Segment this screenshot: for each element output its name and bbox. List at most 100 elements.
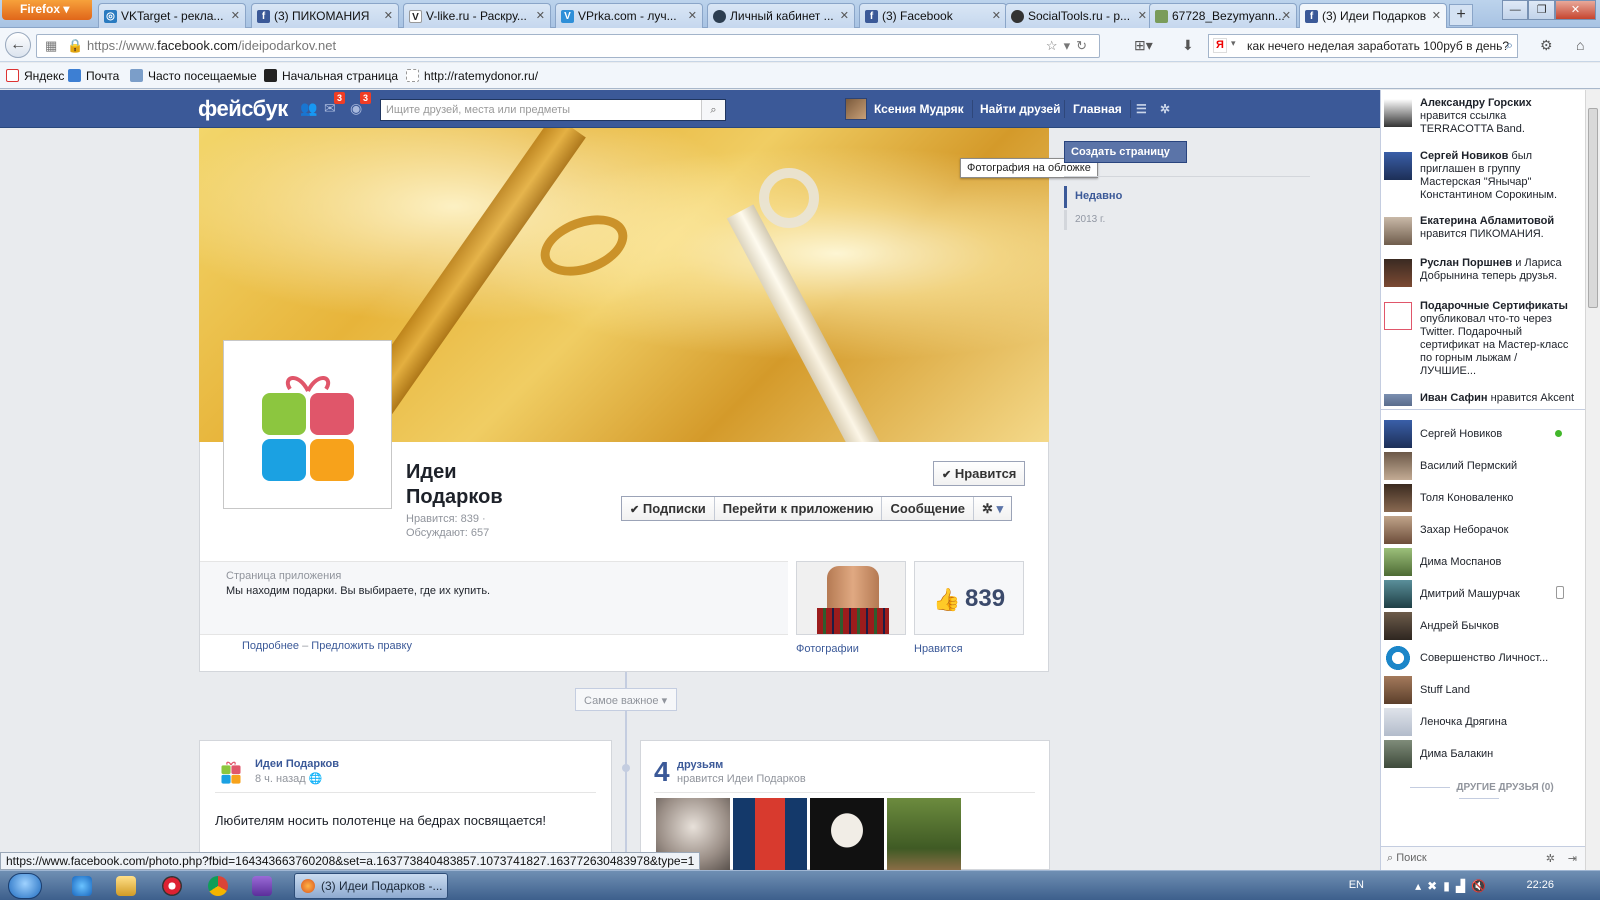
chat-contact[interactable]: Андрей Бычков bbox=[1384, 612, 1574, 640]
chat-contact[interactable]: Сергей Новиков bbox=[1384, 420, 1574, 448]
post-author-link[interactable]: Идеи Подарков bbox=[255, 758, 339, 770]
likes-tile[interactable]: 👍 839 bbox=[914, 561, 1024, 635]
tab-close-icon[interactable]: ✕ bbox=[840, 9, 849, 22]
bookmark-ratemydonor[interactable]: http://ratemydonor.ru/ bbox=[406, 69, 538, 83]
chat-contact[interactable]: Дима Балакин bbox=[1384, 740, 1574, 768]
friend-requests-icon[interactable]: 👥 bbox=[300, 100, 318, 116]
tab-close-icon[interactable]: ✕ bbox=[231, 9, 240, 22]
chat-search-input[interactable]: ⌕ Поиск ✲ ⇥ bbox=[1380, 846, 1585, 870]
app-icon[interactable] bbox=[252, 876, 272, 896]
tab-vlike[interactable]: V V-like.ru - Раскру... ✕ bbox=[403, 3, 551, 28]
photos-link[interactable]: Фотографии bbox=[796, 643, 859, 655]
search-engine-box[interactable]: Я ▾ как нечего неделая заработать 100руб… bbox=[1208, 34, 1518, 58]
internet-explorer-icon[interactable] bbox=[72, 876, 92, 896]
chat-settings-icon[interactable]: ✲ bbox=[1546, 852, 1555, 865]
chat-contact[interactable]: Захар Неборачок bbox=[1384, 516, 1574, 544]
media-player-icon[interactable] bbox=[162, 876, 182, 896]
tab-vprka[interactable]: V VPrka.com - луч... ✕ bbox=[555, 3, 703, 28]
downloads-icon[interactable]: ⬇ bbox=[1182, 37, 1194, 54]
clock[interactable]: 22:26 bbox=[1526, 879, 1554, 891]
messages-icon[interactable]: ✉ 3 bbox=[324, 92, 346, 116]
search-icon[interactable]: ⌕ bbox=[1506, 38, 1513, 53]
tab-pikomania[interactable]: f (3) ПИКОМАНИЯ ✕ bbox=[251, 3, 399, 28]
chat-contact[interactable]: Дима Моспанов bbox=[1384, 548, 1574, 576]
chrome-icon[interactable] bbox=[208, 876, 228, 896]
facebook-logo[interactable]: фейсбук bbox=[198, 96, 288, 122]
tab-close-icon[interactable]: ✕ bbox=[992, 9, 1001, 22]
minimize-button[interactable]: — bbox=[1502, 0, 1529, 20]
bookmark-most-visited[interactable]: Часто посещаемые bbox=[130, 69, 257, 83]
chat-contact[interactable]: Василий Пермский bbox=[1384, 452, 1574, 480]
photos-tile[interactable] bbox=[796, 561, 906, 635]
suggest-edit-link[interactable]: Предложить правку bbox=[311, 640, 412, 652]
tab-image[interactable]: 67728_Bezymyann... ✕ bbox=[1149, 3, 1297, 28]
ticker-item[interactable]: Екатерина Абламитовой нравится ПИКОМАНИЯ… bbox=[1384, 215, 1574, 245]
tab-close-icon[interactable]: ✕ bbox=[1138, 9, 1147, 22]
chat-contact[interactable]: Леночка Дрягина bbox=[1384, 708, 1574, 736]
profile-picture[interactable] bbox=[223, 340, 392, 509]
create-page-button[interactable]: Создать страницу bbox=[1064, 141, 1187, 163]
bookmarks-menu-icon[interactable]: ⊞▾ bbox=[1134, 37, 1153, 54]
like-button[interactable]: ✔ Нравится bbox=[933, 461, 1026, 486]
friends-link[interactable]: друзьям bbox=[677, 759, 723, 771]
timeline-recent-link[interactable]: Недавно bbox=[1064, 186, 1130, 208]
likes-link[interactable]: Нравится bbox=[914, 643, 963, 655]
timeline-filter-dropdown[interactable]: Самое важное ▾ bbox=[575, 688, 677, 711]
settings-gear-icon[interactable]: ✲ bbox=[1160, 102, 1170, 116]
ticker-item[interactable]: Александру Горских нравится ссылка TERRA… bbox=[1384, 97, 1574, 136]
subscriptions-button[interactable]: ✔ Подписки bbox=[622, 497, 715, 520]
maximize-button[interactable]: ❐ bbox=[1528, 0, 1555, 20]
bookmark-star-icon[interactable]: ☆▾↻ bbox=[1046, 38, 1093, 54]
ticker-item[interactable]: Руслан Поршнев и Лариса Добрынина теперь… bbox=[1384, 257, 1574, 287]
search-icon[interactable]: ⌕ bbox=[701, 100, 725, 120]
gear-menu-button[interactable]: ✲ ▾ bbox=[974, 497, 1011, 520]
ticker-item[interactable]: Подарочные Сертификаты опубликовал что-т… bbox=[1384, 300, 1574, 378]
bookmark-yandex[interactable]: Яндекс bbox=[6, 69, 64, 83]
close-window-button[interactable]: ✕ bbox=[1554, 0, 1596, 20]
tab-cabinet[interactable]: Личный кабинет ... ✕ bbox=[707, 3, 855, 28]
friend-photo[interactable] bbox=[887, 798, 961, 870]
tab-close-icon[interactable]: ✕ bbox=[1282, 9, 1291, 22]
user-avatar[interactable] bbox=[845, 98, 867, 120]
find-friends-link[interactable]: Найти друзей bbox=[980, 102, 1060, 116]
post-author-avatar[interactable] bbox=[220, 760, 242, 784]
new-tab-button[interactable]: + bbox=[1449, 4, 1473, 26]
explorer-folder-icon[interactable] bbox=[116, 876, 136, 896]
chat-contact[interactable]: Дмитрий Машурчак bbox=[1384, 580, 1574, 608]
page-scrollbar[interactable] bbox=[1585, 90, 1600, 870]
friend-photo[interactable] bbox=[810, 798, 884, 870]
bookmark-mail[interactable]: Почта bbox=[68, 69, 119, 83]
language-indicator[interactable]: EN bbox=[1349, 879, 1364, 891]
ticker-item[interactable]: Сергей Новиков был приглашен в группу Ма… bbox=[1384, 150, 1574, 202]
go-to-app-button[interactable]: Перейти к приложению bbox=[715, 497, 883, 520]
post-timestamp[interactable]: 8 ч. назад 🌐 bbox=[255, 772, 322, 785]
more-link[interactable]: Подробнее bbox=[242, 640, 299, 652]
addon-icon[interactable]: ⚙ bbox=[1540, 37, 1553, 54]
tab-close-icon[interactable]: ✕ bbox=[384, 9, 393, 22]
chat-contact[interactable]: Stuff Land bbox=[1384, 676, 1574, 704]
back-button[interactable]: ← bbox=[5, 32, 31, 58]
message-button[interactable]: Сообщение bbox=[882, 497, 975, 520]
facebook-search-input[interactable]: Ищите друзей, места или предметы ⌕ bbox=[380, 99, 726, 121]
tab-close-icon[interactable]: ✕ bbox=[1432, 9, 1441, 22]
other-friends-header[interactable]: ДРУГИЕ ДРУЗЬЯ (0) bbox=[1384, 782, 1574, 804]
taskbar-firefox-task[interactable]: (3) Идеи Подарков -... bbox=[294, 873, 448, 899]
tab-socialtools[interactable]: SocialTools.ru - р... ✕ bbox=[1005, 3, 1153, 28]
privacy-shortcuts-icon[interactable]: ☰ bbox=[1136, 102, 1147, 116]
address-bar[interactable]: ▦ 🔒 https://www.facebook.com/ideipodarko… bbox=[36, 34, 1100, 58]
home-icon[interactable]: ⌂ bbox=[1576, 37, 1584, 53]
tab-close-icon[interactable]: ✕ bbox=[688, 9, 697, 22]
bookmark-start-page[interactable]: Начальная страница bbox=[264, 69, 398, 83]
firefox-menu-button[interactable]: Firefox ▾ bbox=[2, 0, 92, 20]
friend-photo[interactable] bbox=[733, 798, 807, 870]
tab-vktarget[interactable]: ◎ VKTarget - рекла... ✕ bbox=[98, 3, 246, 28]
start-button[interactable] bbox=[8, 873, 42, 899]
scrollbar-thumb[interactable] bbox=[1588, 108, 1598, 308]
timeline-year-link[interactable]: 2013 г. bbox=[1064, 210, 1113, 230]
ticker-item[interactable]: Иван Сафин нравится Akcent bbox=[1384, 392, 1574, 406]
tab-facebook[interactable]: f (3) Facebook ✕ bbox=[859, 3, 1007, 28]
profile-link[interactable]: Ксения Мудряк bbox=[874, 102, 964, 116]
tray-icons[interactable]: ▴✖▮▟🔇 bbox=[1415, 879, 1492, 893]
tab-close-icon[interactable]: ✕ bbox=[536, 9, 545, 22]
chat-contact[interactable]: Совершенство Личност... bbox=[1384, 644, 1574, 672]
